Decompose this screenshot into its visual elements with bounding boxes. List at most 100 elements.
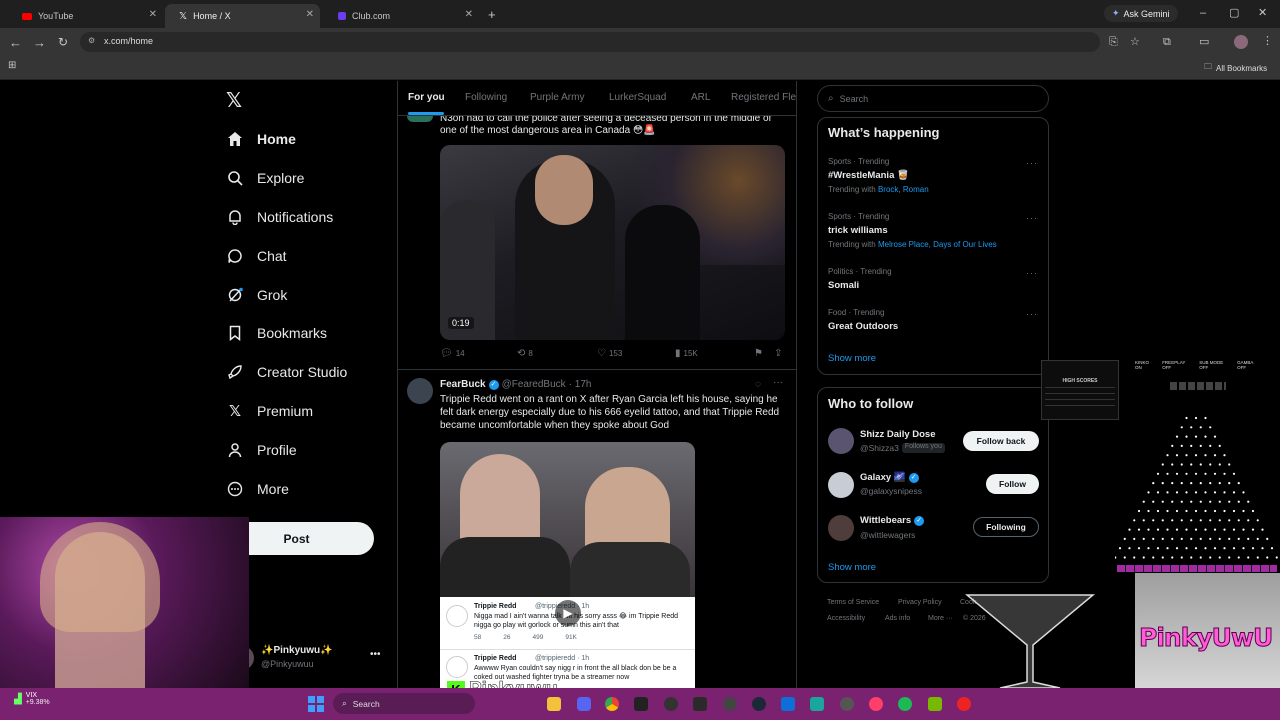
side-panel-icon[interactable]: ▭ [1199, 37, 1209, 48]
follow-back-button[interactable]: Follow back [963, 431, 1039, 451]
ask-gemini-button[interactable]: ✦ Ask Gemini [1104, 5, 1178, 22]
tab-purple-army[interactable]: Purple Army [530, 92, 584, 103]
follow-3-name[interactable]: Wittlebears [860, 515, 911, 526]
show-more-trends[interactable]: Show more [828, 353, 876, 364]
follow-button[interactable]: Follow [986, 474, 1039, 494]
close-tab-icon[interactable]: ✕ [149, 9, 157, 20]
spotify-icon[interactable] [898, 697, 912, 711]
tweet1-avatar[interactable] [407, 116, 433, 122]
x-logo-icon[interactable]: 𝕏 [226, 88, 242, 113]
nav-profile[interactable]: Profile [226, 435, 297, 465]
extensions-icon[interactable]: ⧉ [1163, 37, 1171, 48]
tab-for-you[interactable]: For you [408, 92, 445, 103]
tab-youtube[interactable]: YouTube ✕ [8, 4, 163, 28]
steam-icon[interactable] [752, 697, 766, 711]
play-icon[interactable]: ▶ [555, 600, 581, 626]
like-button[interactable]: ♡ 153 [597, 348, 622, 359]
app-icon-red[interactable] [957, 697, 971, 711]
nav-home[interactable]: Home [226, 124, 296, 154]
discord-icon[interactable] [577, 697, 591, 711]
tab-lurkersquad[interactable]: LurkerSquad [609, 92, 666, 103]
grok-tweet-icon[interactable]: ◌ [755, 379, 761, 390]
taskbar-search[interactable]: ⌕ Search [333, 693, 475, 714]
profile-avatar[interactable] [1234, 35, 1248, 49]
nav-more[interactable]: More [226, 474, 289, 504]
trend-3-name[interactable]: Somali [828, 280, 859, 291]
footer-more[interactable]: More ··· [928, 615, 953, 622]
app-icon-pin[interactable] [869, 697, 883, 711]
apps-icon[interactable]: ⊞ [8, 61, 16, 71]
minimize-button[interactable]: – [1200, 8, 1206, 19]
trend-2-with-links[interactable]: Melrose Place, Days of Our Lives [878, 240, 997, 249]
footer-accessibility[interactable]: Accessibility [827, 615, 865, 622]
maximize-button[interactable]: ▢ [1229, 8, 1239, 19]
follow-2-name[interactable]: Galaxy 🌌 [860, 472, 906, 483]
star-icon[interactable]: ☆ [1130, 37, 1140, 48]
reply-button[interactable]: 💬︎ 14 [440, 348, 465, 359]
footer-ads-info[interactable]: Ads info [885, 615, 910, 622]
file-explorer-icon[interactable] [547, 697, 561, 711]
app-icon-grid[interactable] [840, 697, 854, 711]
follow-1-avatar[interactable] [828, 428, 854, 454]
trend-3-more-icon[interactable]: ··· [1026, 268, 1038, 278]
nav-creator-studio[interactable]: Creator Studio [226, 357, 347, 387]
account-switcher[interactable]: ✨Pinkyuwu✨ @Pinkyuwuu ••• [230, 643, 390, 673]
nav-grok[interactable]: Grok [226, 280, 287, 310]
tab-club[interactable]: Club.com ✕ [324, 4, 479, 28]
nvidia-icon[interactable] [928, 697, 942, 711]
app-icon-blue[interactable] [781, 697, 795, 711]
close-tab-icon[interactable]: ✕ [306, 9, 314, 20]
chrome-icon[interactable] [605, 697, 619, 711]
epic-games-icon[interactable] [693, 697, 707, 711]
trend-4-name[interactable]: Great Outdoors [828, 321, 898, 332]
tab-following[interactable]: Following [465, 92, 507, 103]
trend-2-more-icon[interactable]: ··· [1026, 213, 1038, 223]
footer-privacy[interactable]: Privacy Policy [898, 599, 942, 606]
trend-1-with-links[interactable]: Brock, Roman [878, 185, 929, 194]
app-icon-teal[interactable] [810, 697, 824, 711]
address-bar[interactable]: ⚙ x.com/home [80, 32, 1100, 52]
stock-widget[interactable]: ▟ VIX +9.38% [14, 692, 50, 706]
tab-arl[interactable]: ARL [691, 92, 710, 103]
app-icon-mail[interactable] [634, 697, 648, 711]
tweet2-handle[interactable]: @FearedBuck [502, 379, 566, 390]
tab-registered[interactable]: Registered Fle [731, 92, 797, 103]
site-info-icon[interactable]: ⚙ [88, 36, 95, 45]
trend-1-name[interactable]: #WrestleMania 🥃 [828, 170, 909, 181]
search-input[interactable]: ⌕ Search [817, 85, 1049, 112]
follow-1-name[interactable]: Shizz Daily Dose [860, 429, 936, 440]
close-window-button[interactable]: ✕ [1258, 8, 1267, 19]
all-bookmarks[interactable]: 🗀 All Bookmarks [1204, 61, 1267, 75]
views-button[interactable]: ▮ 15K [675, 348, 698, 359]
follow-3-avatar[interactable] [828, 515, 854, 541]
app-icon-k[interactable] [723, 697, 737, 711]
reload-icon[interactable]: ↻ [58, 36, 68, 48]
footer-terms[interactable]: Terms of Service [827, 599, 879, 606]
back-icon[interactable]: ← [9, 36, 22, 49]
tweet2-author[interactable]: FearBuck [440, 379, 486, 390]
nav-bookmarks[interactable]: Bookmarks [226, 318, 327, 348]
obs-icon[interactable] [664, 697, 678, 711]
tweet2-video[interactable]: Trippie Redd @trippieredd · 1h Nigga mad… [440, 442, 695, 690]
tweet1-video[interactable]: 0:19 [440, 145, 785, 340]
show-more-follows[interactable]: Show more [828, 562, 876, 573]
trend-1-more-icon[interactable]: ··· [1026, 158, 1038, 168]
trend-2-name[interactable]: trick williams [828, 225, 888, 236]
new-tab-button[interactable]: + [488, 8, 496, 21]
bookmark-button[interactable]: ⚑ [754, 348, 763, 359]
nav-chat[interactable]: Chat [226, 241, 287, 271]
trend-4-more-icon[interactable]: ··· [1026, 309, 1038, 319]
follow-2-avatar[interactable] [828, 472, 854, 498]
forward-icon[interactable]: → [33, 36, 46, 49]
tab-x-home[interactable]: 𝕏 Home / X ✕ [165, 4, 320, 28]
repost-button[interactable]: ⟲ 8 [517, 348, 533, 359]
following-button[interactable]: Following [973, 517, 1039, 537]
start-button[interactable] [308, 696, 324, 712]
menu-icon[interactable]: ⋮ [1262, 36, 1273, 47]
tweet-more-icon[interactable]: ··· [773, 377, 783, 388]
share-button[interactable]: ⇪ [774, 348, 782, 359]
install-icon[interactable]: ⎘ [1109, 37, 1118, 48]
tweet2-avatar[interactable] [407, 378, 433, 404]
nav-explore[interactable]: Explore [226, 163, 304, 193]
close-tab-icon[interactable]: ✕ [465, 9, 473, 20]
